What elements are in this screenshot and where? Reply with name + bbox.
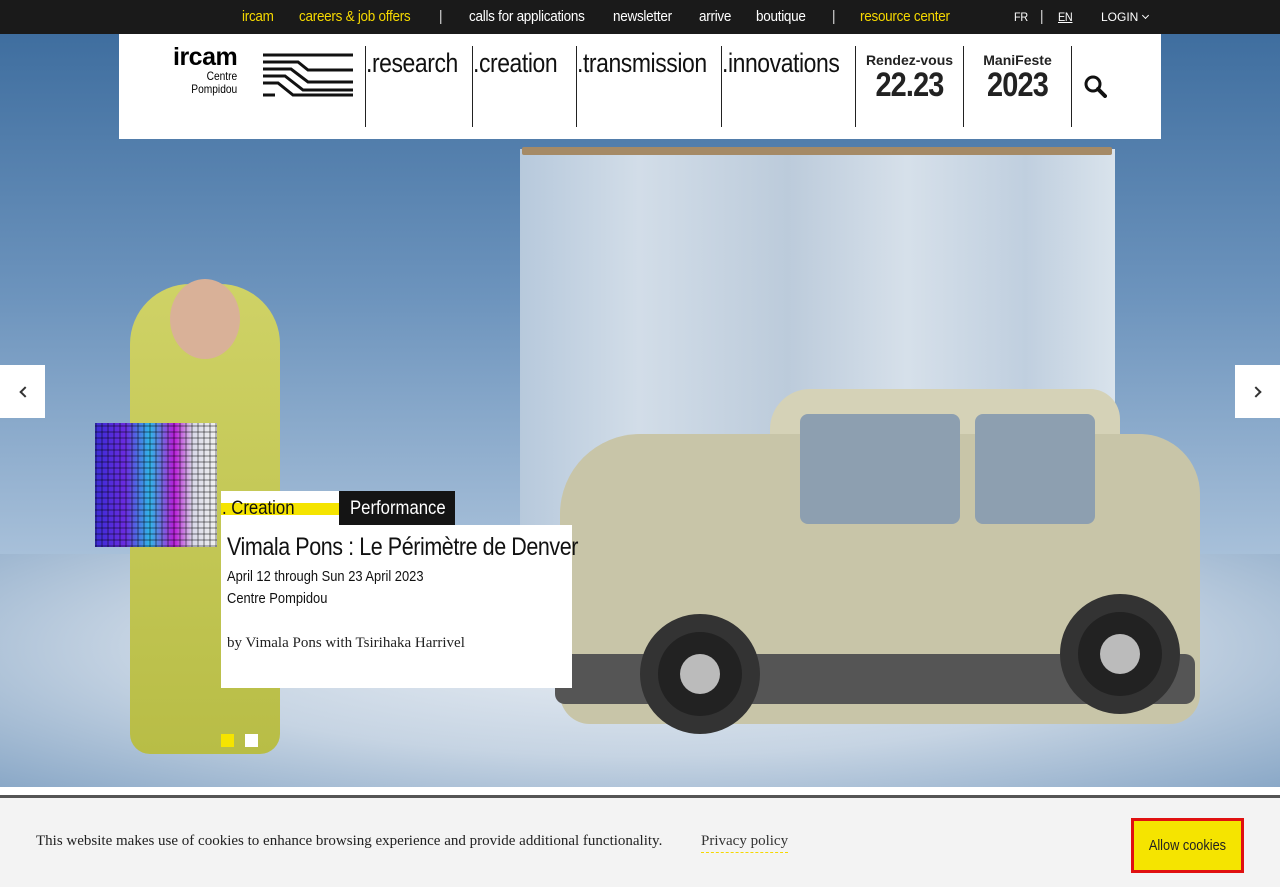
- hero-image-wheel: [640, 614, 760, 734]
- hero-image-car-window: [800, 414, 960, 524]
- top-link-careers[interactable]: careers & job offers: [299, 8, 411, 25]
- event-logo-bottom: 2023: [987, 66, 1049, 104]
- lang-separator: |: [1040, 8, 1044, 25]
- pixel-art-thumbnail: [95, 423, 217, 547]
- lang-fr[interactable]: FR: [1014, 10, 1028, 24]
- slide-byline: by Vimala Pons with Tsirihaka Harrivel: [227, 635, 465, 651]
- nav-label: .innovations: [722, 48, 840, 78]
- category-tag[interactable]: . Creation: [221, 491, 339, 525]
- event-logo-bottom: 22.23: [875, 66, 944, 104]
- hero-image-wheel: [1060, 594, 1180, 714]
- manifeste-logo[interactable]: ManiFeste 2023: [964, 46, 1072, 127]
- nav-research[interactable]: .research: [365, 46, 473, 127]
- top-link-resource-center[interactable]: resource center: [860, 8, 950, 25]
- nav-innovations[interactable]: .innovations: [722, 46, 856, 127]
- nav-label: .research: [366, 48, 458, 78]
- carousel-dots: [221, 734, 258, 747]
- nav-label: .transmission: [577, 48, 707, 78]
- chevron-left-icon: [18, 385, 31, 398]
- slide-title[interactable]: Vimala Pons : Le Périmètre de Denver: [227, 533, 578, 562]
- type-label: Performance: [350, 498, 446, 519]
- carousel-dot[interactable]: [245, 734, 258, 747]
- logo-wordmark: ircam: [173, 43, 238, 71]
- slide-card[interactable]: Vimala Pons : Le Périmètre de Denver Apr…: [221, 525, 578, 688]
- top-separator: |: [832, 8, 836, 25]
- allow-cookies-label: Allow cookies: [1148, 837, 1227, 854]
- hero-carousel: . Creation Performance Vimala Pons : Le …: [0, 34, 1280, 787]
- nav-creation[interactable]: .creation: [473, 46, 577, 127]
- type-tag[interactable]: Performance: [339, 491, 455, 525]
- top-link-arrive[interactable]: arrive: [699, 8, 731, 25]
- main-header: ircam Centre Pompidou .research .creatio…: [119, 34, 1161, 139]
- hero-image-head: [170, 279, 240, 359]
- top-bar: ircam careers & job offers | calls for a…: [0, 0, 1280, 34]
- cookie-banner: This website makes use of cookies to enh…: [0, 795, 1280, 887]
- cookie-text: This website makes use of cookies to enh…: [36, 833, 663, 849]
- slide-place: Centre Pompidou: [227, 590, 328, 607]
- nav-label: .creation: [473, 48, 558, 78]
- carousel-dot[interactable]: [221, 734, 234, 747]
- carousel-prev-button[interactable]: [0, 365, 45, 418]
- allow-cookies-button[interactable]: Allow cookies: [1131, 818, 1244, 873]
- slide-dates: April 12 through Sun 23 April 2023: [227, 568, 424, 585]
- logo-line-2: Pompidou: [191, 82, 238, 96]
- ircam-logo-mark-icon[interactable]: [263, 52, 353, 98]
- top-link-ircam[interactable]: ircam: [242, 8, 274, 25]
- rendez-vous-logo[interactable]: Rendez-vous 22.23: [856, 46, 964, 127]
- chevron-down-icon: [1142, 11, 1150, 20]
- search-icon[interactable]: [1083, 74, 1107, 98]
- carousel-next-button[interactable]: [1235, 365, 1280, 418]
- hero-image-rod: [522, 147, 1112, 155]
- top-separator: |: [439, 8, 443, 25]
- hero-image-car-window: [975, 414, 1095, 524]
- lang-en[interactable]: EN: [1058, 10, 1073, 24]
- ircam-logo[interactable]: ircam Centre Pompidou: [173, 43, 238, 96]
- login-button[interactable]: LOGIN: [1101, 10, 1150, 24]
- nav-transmission[interactable]: .transmission: [577, 46, 722, 127]
- top-link-boutique[interactable]: boutique: [756, 8, 806, 25]
- privacy-policy-link[interactable]: Privacy policy: [701, 833, 789, 853]
- category-label: . Creation: [222, 498, 295, 519]
- login-label: LOGIN: [1101, 10, 1139, 24]
- chevron-right-icon: [1249, 385, 1262, 398]
- top-link-calls[interactable]: calls for applications: [469, 8, 585, 25]
- top-link-newsletter[interactable]: newsletter: [613, 8, 672, 25]
